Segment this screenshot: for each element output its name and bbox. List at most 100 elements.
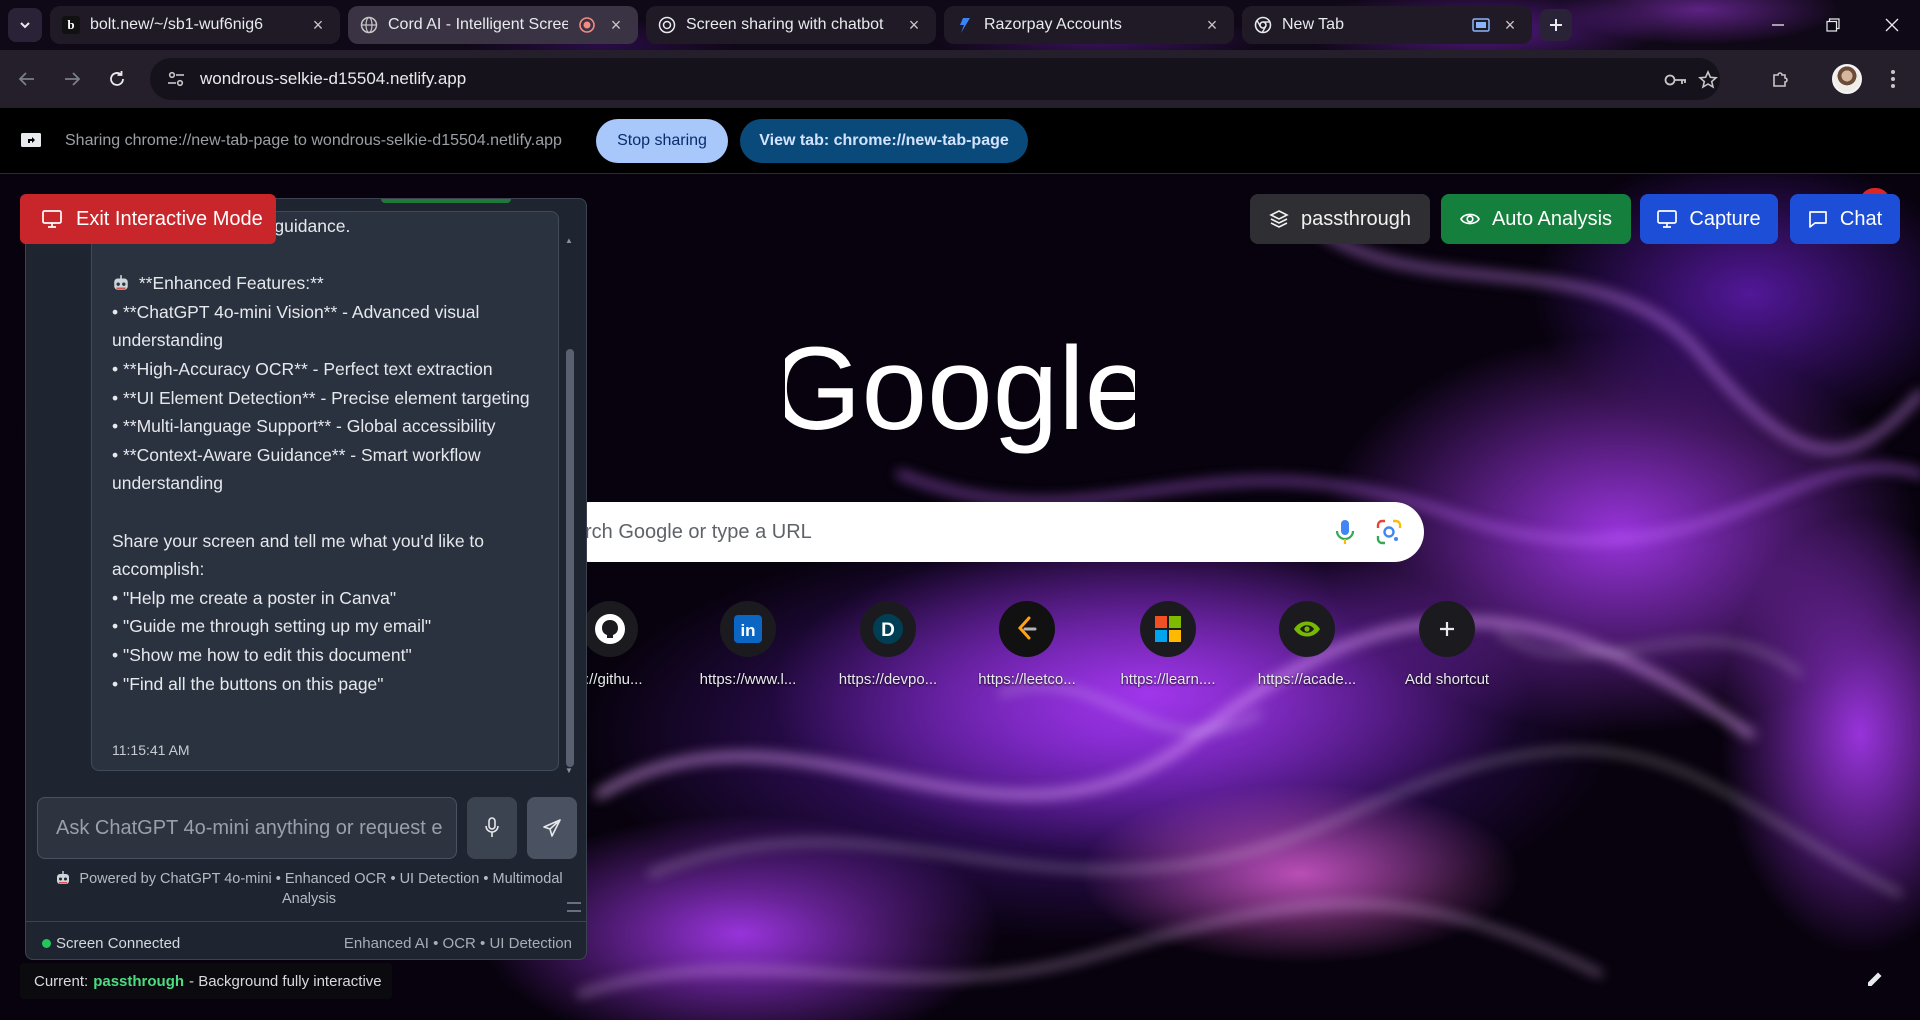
- close-tab-icon[interactable]: ×: [308, 15, 328, 35]
- mode-passthrough-button[interactable]: passthrough: [1250, 194, 1430, 244]
- exit-interactive-mode-button[interactable]: Exit Interactive Mode: [20, 194, 276, 244]
- search-placeholder: rch Google or type a URL: [585, 520, 812, 543]
- add-shortcut[interactable]: Add shortcut: [1387, 601, 1507, 688]
- auto-analysis-label: Auto Analysis: [1491, 207, 1613, 230]
- screen-share-indicator-icon: [1472, 16, 1490, 34]
- robot-icon: [57, 871, 70, 884]
- tab-new-tab[interactable]: New Tab ×: [1242, 6, 1532, 44]
- browser-toolbar: wondrous-selkie-d15504.netlify.app: [0, 50, 1920, 108]
- bookmark-star-icon[interactable]: [1696, 68, 1720, 92]
- message-timestamp: 11:15:41 AM: [112, 742, 190, 758]
- scroll-down-arrow[interactable]: ▼: [564, 765, 574, 775]
- browser-menu-button[interactable]: [1876, 62, 1910, 96]
- nvidia-icon: [1279, 601, 1335, 657]
- new-tab-button[interactable]: [1540, 9, 1572, 41]
- restore-button[interactable]: [1813, 8, 1853, 42]
- site-info-icon[interactable]: [164, 67, 188, 91]
- send-message-button[interactable]: [527, 797, 577, 859]
- message-line: • "Help me create a poster in Canva": [112, 584, 538, 613]
- shortcut-devpost[interactable]: D https://devpo...: [828, 601, 948, 688]
- customize-page-button[interactable]: [1860, 964, 1890, 994]
- chat-message-input[interactable]: Ask ChatGPT 4o-mini anything or request …: [37, 797, 457, 859]
- auto-analysis-button[interactable]: Auto Analysis: [1441, 194, 1631, 244]
- globe-favicon: [360, 16, 378, 34]
- mode-description: - Background fully interactive: [189, 972, 382, 990]
- close-tab-icon[interactable]: ×: [1500, 15, 1520, 35]
- message-line-text: Share your screen and tell me what you'd…: [112, 530, 485, 551]
- powered-line-1: Powered by ChatGPT 4o-mini • Enhanced OC…: [79, 871, 563, 887]
- shortcut-label: https://www.l...: [699, 671, 797, 688]
- tab-search-button[interactable]: [8, 8, 42, 42]
- message-line: • **ChatGPT 4o-mini Vision** - Advanced …: [112, 298, 538, 327]
- tab-screen-sharing[interactable]: Screen sharing with chatbot ×: [646, 6, 936, 44]
- close-tab-icon[interactable]: ×: [904, 15, 924, 35]
- message-line: • **Multi-language Support** - Global ac…: [112, 412, 538, 441]
- message-line-text: • "Help me create a poster in Canva": [112, 587, 397, 608]
- monitor-icon: [1657, 210, 1678, 228]
- tab-title: Screen sharing with chatbot: [686, 16, 884, 33]
- eye-icon: [1460, 213, 1480, 225]
- message-line: Share your screen and tell me what you'd…: [112, 527, 538, 556]
- extensions-button[interactable]: [1764, 62, 1798, 96]
- tab-bolt[interactable]: b bolt.new/~/sb1-wuf6nig6 ×: [50, 6, 340, 44]
- message-line-text: • "Find all the buttons on this page": [112, 673, 384, 694]
- reload-button[interactable]: [100, 62, 134, 96]
- github-icon: [582, 601, 638, 657]
- voice-input-button[interactable]: [467, 797, 517, 859]
- password-key-icon[interactable]: [1664, 68, 1688, 92]
- sharing-status-text: Sharing chrome://new-tab-page to wondrou…: [65, 132, 562, 149]
- forward-button[interactable]: [55, 62, 89, 96]
- screen-sharing-bar: Sharing chrome://new-tab-page to wondrou…: [0, 108, 1920, 174]
- tab-cord-ai[interactable]: Cord AI - Intelligent Screen ×: [348, 6, 638, 44]
- shortcut-leetcode[interactable]: https://leetco...: [967, 601, 1087, 688]
- chat-label: Chat: [1839, 207, 1883, 230]
- shortcut-label: https://devpo...: [838, 671, 938, 688]
- address-bar[interactable]: wondrous-selkie-d15504.netlify.app: [150, 58, 1720, 100]
- scroll-up-arrow[interactable]: ▲: [564, 235, 574, 245]
- linkedin-icon: in: [720, 601, 776, 657]
- mode-value: passthrough: [93, 972, 185, 990]
- close-window-button[interactable]: [1872, 8, 1912, 42]
- mode-prefix: Current:: [34, 972, 89, 990]
- google-lens-icon[interactable]: [1376, 519, 1402, 545]
- svg-text:Google: Google: [785, 324, 1135, 454]
- close-tab-icon[interactable]: ×: [606, 15, 626, 35]
- exit-label: Exit Interactive Mode: [76, 207, 263, 230]
- message-line-text: understanding: [112, 473, 223, 494]
- chat-toggle-button[interactable]: Chat: [1790, 194, 1900, 244]
- address-url[interactable]: wondrous-selkie-d15504.netlify.app: [200, 69, 466, 89]
- assistant-message: precise step-by-step guidance. **Enhance…: [91, 211, 559, 771]
- resize-grip[interactable]: [567, 902, 581, 912]
- message-line: • **UI Element Detection** - Precise ele…: [112, 384, 538, 413]
- message-line-text: • **High-Accuracy OCR** - Perfect text e…: [112, 358, 493, 379]
- message-square-icon: [1809, 211, 1827, 228]
- close-tab-icon[interactable]: ×: [1202, 15, 1222, 35]
- chat-status-bar: Screen Connected Enhanced AI • OCR • UI …: [26, 921, 586, 959]
- chat-scrollbar-thumb[interactable]: [566, 349, 574, 767]
- capture-label: Capture: [1689, 207, 1761, 230]
- profile-avatar[interactable]: [1832, 64, 1862, 94]
- microphone-icon: [485, 817, 499, 837]
- chat-panel: precise step-by-step guidance. **Enhance…: [25, 198, 587, 960]
- back-button[interactable]: [10, 62, 44, 96]
- tab-razorpay[interactable]: Razorpay Accounts ×: [944, 6, 1234, 44]
- reload-icon: [110, 71, 124, 86]
- voice-search-icon[interactable]: [1332, 518, 1358, 546]
- capabilities-status: Enhanced AI • OCR • UI Detection: [343, 935, 572, 952]
- shortcut-microsoft-learn[interactable]: https://learn....: [1108, 601, 1228, 688]
- plus-icon: [1550, 19, 1562, 31]
- passthrough-label: passthrough: [1300, 207, 1412, 230]
- minimize-button[interactable]: [1758, 8, 1798, 42]
- leetcode-icon: [999, 601, 1055, 657]
- shortcut-linkedin[interactable]: in https://www.l...: [688, 601, 808, 688]
- shortcut-label: https://learn....: [1120, 671, 1216, 688]
- stop-sharing-button[interactable]: Stop sharing: [596, 119, 728, 163]
- connection-status: Screen Connected: [56, 935, 181, 952]
- send-icon: [543, 819, 561, 837]
- google-search-box[interactable]: rch Google or type a URL: [560, 502, 1424, 562]
- view-tab-button[interactable]: View tab: chrome://new-tab-page: [740, 119, 1028, 163]
- capture-button[interactable]: Capture: [1640, 194, 1778, 244]
- shortcut-nvidia[interactable]: https://acade...: [1247, 601, 1367, 688]
